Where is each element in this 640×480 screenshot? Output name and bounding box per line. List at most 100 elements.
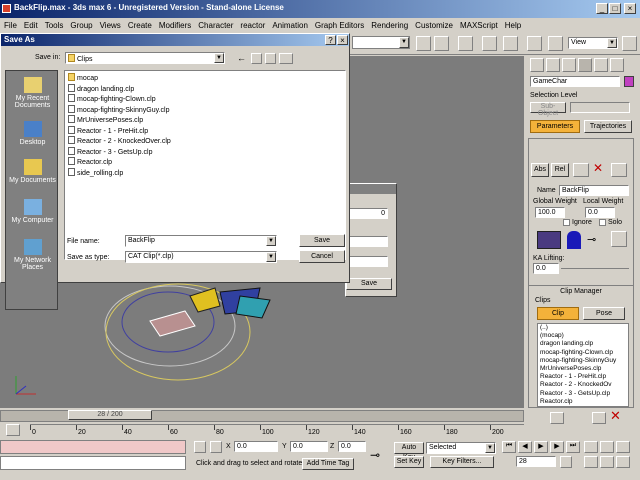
next-frame-icon[interactable]: ▶	[550, 441, 564, 453]
delete-clip-icon[interactable]: ✕	[610, 408, 621, 424]
clip-list-item[interactable]: Reactor - 1 - PreHit.clp	[538, 373, 628, 381]
mirror-icon[interactable]	[416, 36, 431, 51]
go-to-start-icon[interactable]: ⏮	[502, 441, 516, 453]
file-item[interactable]: mocap	[68, 73, 98, 83]
clip-list-item[interactable]: dragon landing.clp	[538, 340, 628, 348]
menu-item-group[interactable]: Group	[66, 18, 95, 30]
clip-list-item[interactable]: MrUniversePoses.clp	[538, 365, 628, 373]
time-ruler[interactable]: 0 20 40 60 80 100 120 140 160 180 200	[30, 424, 524, 438]
clip-list[interactable]: (..) (mocap) dragon landing.clp mocap-fight…	[537, 323, 629, 407]
ignore-checkbox[interactable]	[563, 219, 570, 226]
save-clip-icon[interactable]	[550, 412, 564, 424]
file-item[interactable]: mocap-fighting-Clown.clp	[68, 94, 156, 104]
current-frame-field[interactable]: 28	[516, 456, 556, 467]
clip-list-item[interactable]: Reactor - 2 - KnockedOv	[538, 381, 628, 389]
place-network[interactable]: My Network Places	[6, 239, 59, 271]
pose-button[interactable]: Pose	[583, 307, 625, 320]
play-icon[interactable]: ▶	[534, 441, 548, 453]
local-weight-input[interactable]: 0.0	[585, 207, 615, 218]
ghost-icon[interactable]	[567, 231, 581, 249]
global-weight-input[interactable]: 100.0	[535, 207, 565, 218]
zoom-all-icon[interactable]	[616, 441, 630, 453]
view-menu-icon[interactable]	[279, 53, 293, 64]
hierarchy-tab-icon[interactable]	[562, 58, 576, 72]
file-item[interactable]: side_rolling.clp	[68, 167, 123, 178]
render-scene-icon[interactable]	[548, 36, 563, 51]
place-recent[interactable]: My Recent Documents	[6, 77, 59, 109]
menu-item-modifiers[interactable]: Modifiers	[155, 18, 194, 30]
zoom-icon[interactable]	[600, 441, 614, 453]
copy-layer-icon[interactable]	[611, 163, 627, 177]
modify-tab-icon[interactable]	[546, 58, 560, 72]
menu-item-tools[interactable]: Tools	[41, 18, 67, 30]
set-key-icon[interactable]: ⊸	[370, 448, 380, 462]
menu-item-edit[interactable]: Edit	[20, 18, 41, 30]
file-list[interactable]: mocap dragon landing.clp mocap-fighting-Cl…	[64, 70, 346, 260]
rel-button[interactable]: Rel	[551, 163, 569, 177]
object-color-swatch[interactable]	[624, 76, 634, 87]
file-item[interactable]: Reactor - 3 - GetsUp.clp	[68, 146, 152, 157]
sub-object-button[interactable]: Sub-Object	[530, 102, 566, 117]
render-type-dropdown[interactable]: View ▼	[568, 37, 618, 49]
save-button[interactable]: Save	[299, 234, 345, 247]
motion-tab-icon[interactable]	[578, 58, 592, 72]
delete-layer-icon[interactable]: ✕	[593, 161, 603, 175]
clip-list-item[interactable]: Reactor - 3 - GetsUp.clp	[538, 390, 628, 398]
up-folder-icon[interactable]	[251, 53, 262, 64]
previous-frame-icon[interactable]: ◀	[518, 441, 532, 453]
file-item[interactable]: Reactor.clp	[68, 157, 112, 167]
selection-set-dropdown[interactable]: ▼	[352, 36, 410, 49]
clip-button[interactable]: Clip	[537, 307, 579, 320]
clip-list-item[interactable]: mocap-fighting-Clown.clp	[538, 349, 628, 357]
material-editor-icon[interactable]	[527, 36, 542, 51]
menu-item-graph-editors[interactable]: Graph Editors	[311, 18, 367, 30]
file-item[interactable]: MrUniversePoses.clp	[68, 115, 143, 125]
layer-name-field[interactable]: BackFlip	[559, 185, 629, 196]
tab-trajectories[interactable]: Trajectories	[584, 120, 632, 133]
track-bar-icon[interactable]	[6, 424, 20, 436]
layer-icon[interactable]	[458, 36, 473, 51]
file-item[interactable]: mocap-fighting-SkinnyGuy.clp	[68, 104, 169, 115]
maximize-button[interactable]: □	[609, 3, 621, 14]
absolute-mode-icon[interactable]	[210, 441, 222, 453]
menu-item-create[interactable]: Create	[124, 18, 155, 30]
place-desktop[interactable]: Desktop	[6, 121, 59, 146]
object-name-field[interactable]: GameChar	[530, 76, 620, 87]
create-tab-icon[interactable]	[530, 58, 544, 72]
layer-color-swatch[interactable]	[537, 231, 561, 249]
solo-checkbox[interactable]	[599, 219, 606, 226]
y-coord-field[interactable]: 0.0	[290, 441, 328, 452]
behind-save-button[interactable]: Save	[346, 278, 392, 290]
menu-item-reactor[interactable]: reactor	[236, 18, 268, 30]
behind-dialog-field[interactable]: 0	[348, 208, 388, 219]
dialog-close-button[interactable]: ×	[337, 35, 348, 45]
align-icon[interactable]	[434, 36, 449, 51]
key-icon[interactable]: ⊸	[587, 233, 596, 246]
field-of-view-icon[interactable]	[600, 456, 614, 468]
key-set-dropdown[interactable]: Selected ▼	[426, 442, 496, 454]
help-button[interactable]: ?	[325, 35, 336, 45]
savetype-dropdown[interactable]: CAT Clip(*.clp) ▼	[125, 251, 277, 263]
extract-icon[interactable]	[611, 231, 627, 247]
close-button[interactable]: ×	[624, 3, 636, 14]
abs-button[interactable]: Abs	[531, 163, 549, 177]
time-slider[interactable]: 28 / 200	[68, 410, 152, 420]
new-folder-icon[interactable]	[265, 53, 276, 64]
open-clip-icon[interactable]	[592, 412, 606, 424]
menu-item-rendering[interactable]: Rendering	[367, 18, 411, 30]
back-arrow-icon[interactable]: ←	[237, 53, 246, 63]
curve-editor-icon[interactable]	[482, 36, 497, 51]
menu-item-character[interactable]: Character	[194, 18, 236, 30]
display-tab-icon[interactable]	[594, 58, 608, 72]
behind-dialog-combo-1[interactable]	[348, 236, 388, 247]
behind-dialog-combo-2[interactable]	[348, 256, 388, 267]
filename-input[interactable]: BackFlip ▼	[125, 235, 277, 247]
layer-stack-icon[interactable]	[573, 163, 589, 177]
maximize-viewport-icon[interactable]	[616, 456, 630, 468]
ka-lifting-slider[interactable]	[561, 268, 629, 269]
z-coord-field[interactable]: 0.0	[338, 441, 366, 452]
schematic-view-icon[interactable]	[503, 36, 518, 51]
maxscript-output[interactable]	[0, 456, 186, 470]
pan-icon[interactable]	[584, 441, 598, 453]
go-to-end-icon[interactable]: ⏭	[566, 441, 580, 453]
